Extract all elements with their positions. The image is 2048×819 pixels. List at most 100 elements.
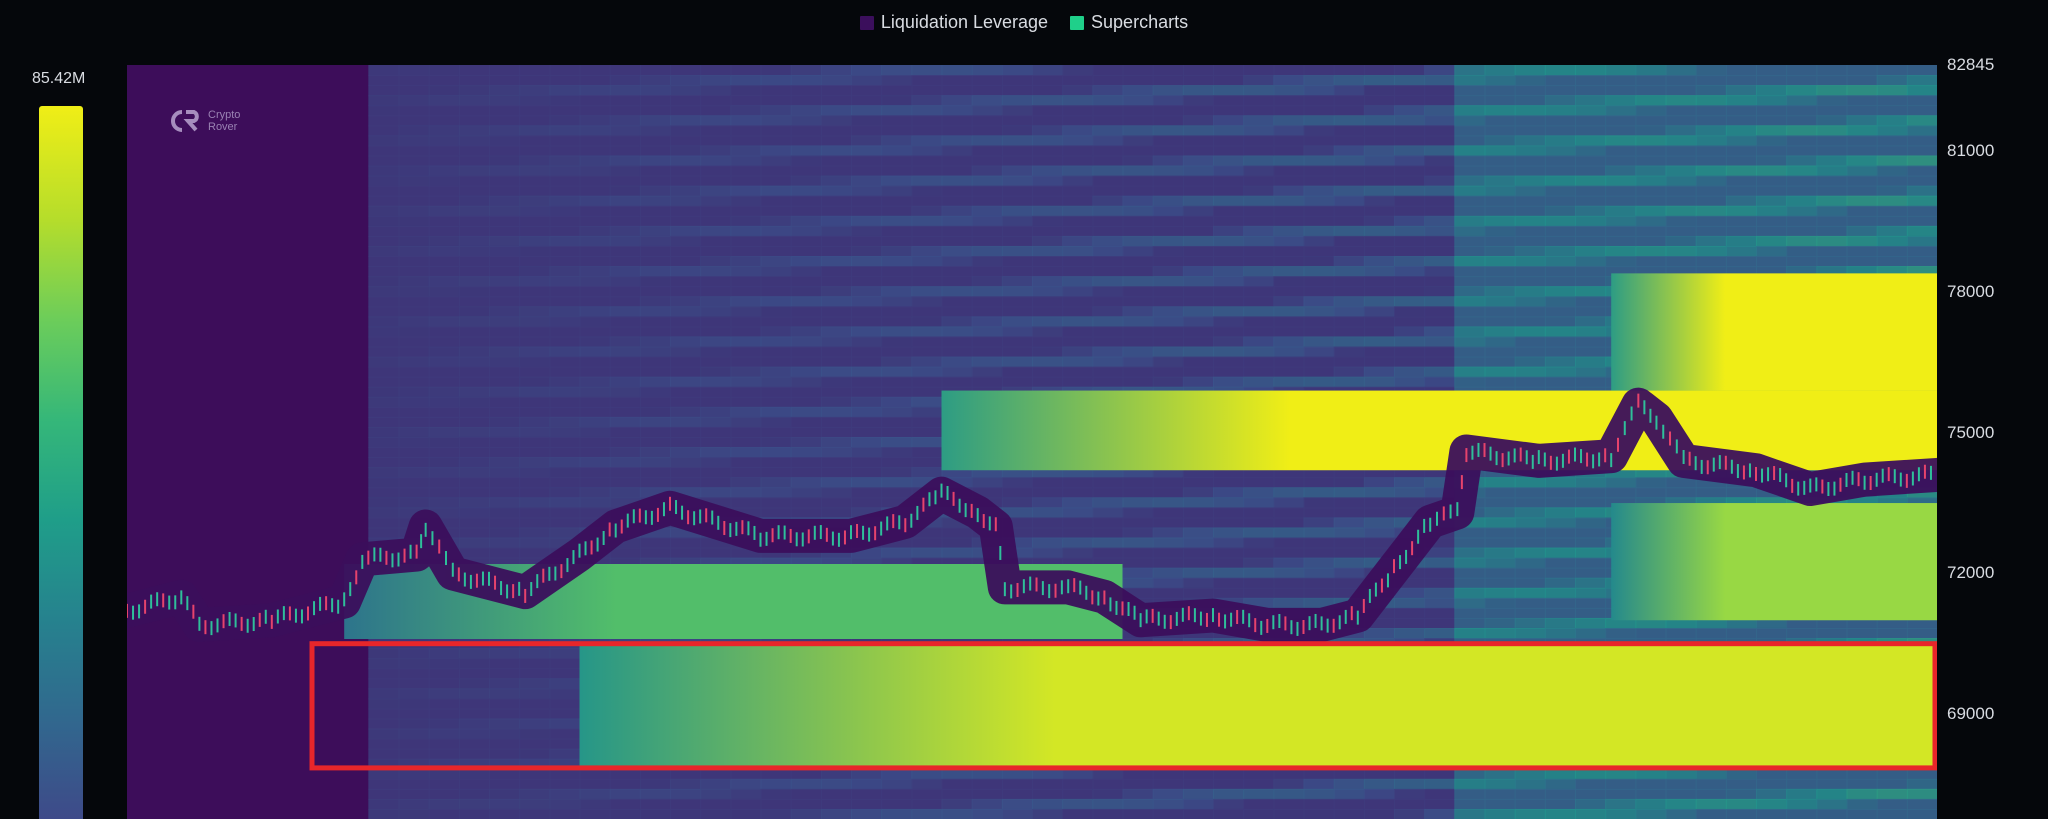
heatmap-cell bbox=[1484, 235, 1516, 247]
heatmap-cell bbox=[1816, 195, 1848, 207]
heatmap-cell bbox=[398, 336, 430, 348]
heatmap-cell bbox=[1394, 296, 1426, 308]
heatmap-cell bbox=[1363, 195, 1395, 207]
heatmap-cell bbox=[1454, 376, 1486, 388]
heatmap-cell bbox=[1213, 527, 1245, 539]
heatmap-cell bbox=[368, 145, 400, 157]
heatmap-cell bbox=[851, 245, 883, 258]
heatmap-cell bbox=[1454, 597, 1486, 609]
heatmap-cell bbox=[428, 85, 460, 97]
heatmap-cell bbox=[670, 95, 702, 107]
heatmap-cell bbox=[971, 175, 1003, 187]
heatmap-cell bbox=[1454, 235, 1486, 247]
heatmap-cell bbox=[1635, 627, 1667, 640]
heatmap-cell bbox=[1605, 778, 1637, 790]
heatmap-cell bbox=[1544, 195, 1576, 207]
heatmap-cell bbox=[1544, 607, 1576, 619]
heatmap-cell bbox=[1213, 547, 1245, 559]
heatmap-cell bbox=[458, 788, 490, 800]
heatmap-cell bbox=[941, 778, 973, 790]
heatmap-cell bbox=[1544, 577, 1576, 589]
heatmap-cell bbox=[549, 85, 581, 97]
heatmap-cell bbox=[1062, 125, 1094, 137]
heatmap-cell bbox=[428, 798, 460, 810]
heatmap-cell bbox=[1454, 296, 1486, 308]
heatmap-cell bbox=[368, 175, 400, 187]
heatmap-cell bbox=[1092, 85, 1124, 97]
heatmap-cell bbox=[458, 75, 490, 87]
heatmap-cell bbox=[1333, 346, 1365, 358]
heatmap-cell bbox=[609, 336, 641, 348]
heatmap-cell bbox=[1635, 125, 1667, 137]
heatmap-cell bbox=[609, 326, 641, 338]
heatmap-cell bbox=[1122, 366, 1154, 378]
heatmap-cell bbox=[639, 477, 671, 489]
heatmap-cell bbox=[1032, 75, 1064, 87]
heatmap-cell bbox=[1876, 195, 1908, 207]
heatmap-cell bbox=[1213, 175, 1245, 187]
heatmap-cell bbox=[1786, 778, 1818, 790]
heatmap-cell bbox=[1182, 577, 1214, 589]
heatmap-cell bbox=[579, 416, 611, 428]
heatmap-cell bbox=[368, 436, 400, 449]
heatmap-cell bbox=[1062, 266, 1094, 278]
heatmap-cell bbox=[1394, 487, 1426, 499]
heatmap-cell bbox=[549, 256, 581, 268]
heatmap-cell bbox=[398, 95, 430, 107]
heatmap-cell bbox=[489, 668, 521, 680]
heatmap-cell bbox=[1182, 175, 1214, 187]
heatmap-cell bbox=[881, 85, 913, 97]
chart-legend: Liquidation Leverage Supercharts bbox=[0, 12, 2048, 33]
heatmap-cell bbox=[1243, 788, 1275, 800]
heatmap-cell bbox=[579, 95, 611, 107]
legend-item-supercharts[interactable]: Supercharts bbox=[1070, 12, 1188, 33]
heatmap-cell bbox=[368, 215, 400, 227]
heatmap-cell bbox=[1454, 798, 1486, 810]
heatmap-cell bbox=[1575, 135, 1607, 147]
heatmap-cell bbox=[1484, 306, 1516, 318]
legend-item-liquidation-leverage[interactable]: Liquidation Leverage bbox=[859, 12, 1048, 33]
heatmap-cell bbox=[971, 135, 1003, 147]
heatmap-cell bbox=[579, 286, 611, 298]
heatmap-cell bbox=[790, 85, 822, 97]
heatmap-cell bbox=[1394, 376, 1426, 388]
heatmap-cell bbox=[1363, 336, 1395, 348]
heatmap-cell bbox=[428, 155, 460, 167]
heatmap-cell bbox=[519, 386, 551, 398]
heatmap-cell bbox=[398, 457, 430, 469]
heatmap-cell bbox=[519, 798, 551, 810]
heatmap-cell bbox=[730, 135, 762, 147]
heatmap-cell bbox=[1544, 798, 1576, 810]
heatmap-cell bbox=[851, 256, 883, 268]
heatmap-cell bbox=[1876, 215, 1908, 227]
heatmap-cell bbox=[730, 477, 762, 489]
heatmap-cell bbox=[1605, 235, 1637, 247]
heatmap-cell bbox=[549, 698, 581, 710]
heatmap-cell bbox=[398, 75, 430, 87]
heatmap-cell bbox=[1484, 195, 1516, 207]
heatmap-cell bbox=[458, 336, 490, 348]
heatmap-cell bbox=[1152, 477, 1184, 489]
heatmap-cell bbox=[1514, 507, 1546, 519]
heatmap-cell bbox=[489, 788, 521, 800]
heatmap-cell bbox=[730, 416, 762, 428]
heatmap-cell bbox=[1424, 356, 1456, 368]
heatmap-cell bbox=[670, 205, 702, 217]
heatmap-cell bbox=[1575, 165, 1607, 177]
heatmap-cell bbox=[1273, 296, 1305, 308]
heatmap-cell bbox=[1575, 788, 1607, 800]
heatmap-cell bbox=[820, 175, 852, 187]
heatmap-cell bbox=[1665, 155, 1697, 167]
heatmap-cell bbox=[1182, 366, 1214, 378]
heatmap-cell bbox=[428, 436, 460, 449]
heatmap-cell bbox=[700, 165, 732, 177]
heatmap-cell bbox=[971, 65, 1003, 77]
heatmap-cell bbox=[1001, 105, 1033, 117]
heatmap-cell bbox=[1906, 808, 1937, 819]
heatmap-cell bbox=[730, 316, 762, 328]
heatmap-cell bbox=[1092, 808, 1124, 819]
heatmap-cell bbox=[1243, 296, 1275, 308]
heatmap-cell bbox=[1182, 557, 1214, 569]
heatmap-cell bbox=[911, 235, 943, 247]
heatmap-cell bbox=[1363, 788, 1395, 800]
